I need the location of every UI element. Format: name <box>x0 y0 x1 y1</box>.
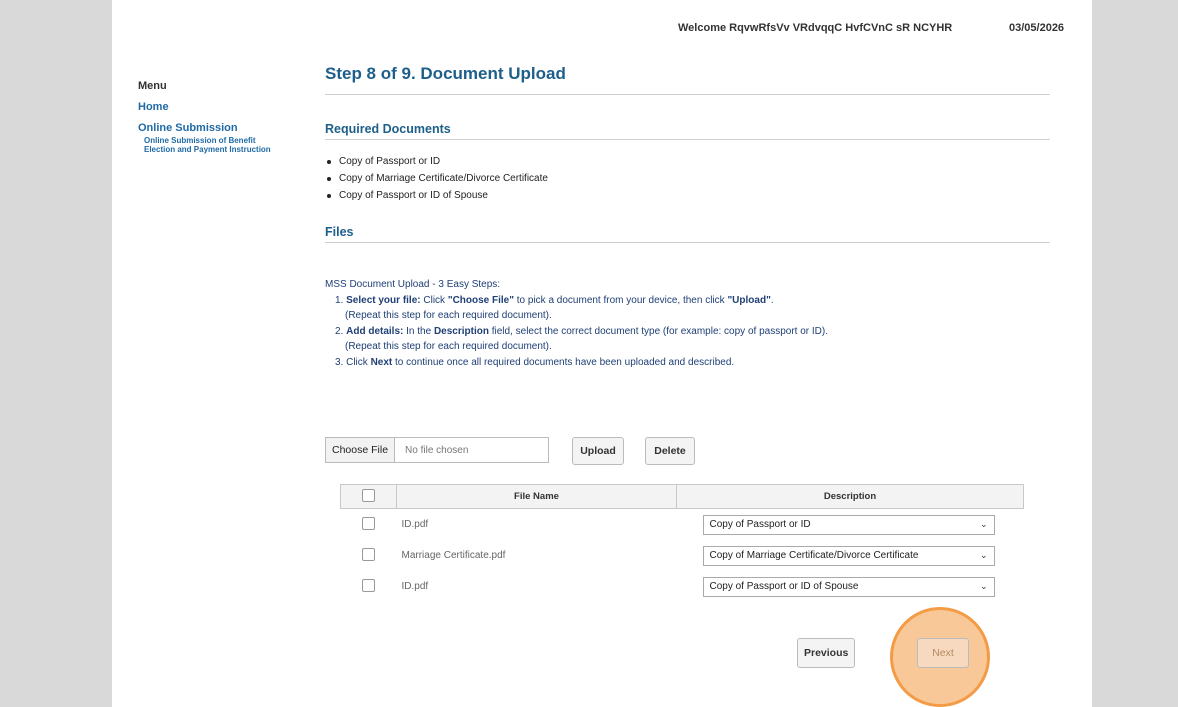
file-name-cell: ID.pdf <box>401 581 429 592</box>
menu-subitem-line2: Election and Payment Instruction <box>144 145 271 154</box>
files-table: File Name Description ID.pdf Copy of Pas… <box>340 484 1024 602</box>
required-documents-list: Copy of Passport or ID Copy of Marriage … <box>325 153 1050 204</box>
description-header: Description <box>676 484 1024 509</box>
description-select-value: Copy of Passport or ID of Spouse <box>709 581 859 592</box>
chevron-down-icon: ⌄ <box>979 519 988 529</box>
sidebar-menu: Menu Home Online Submission Online Submi… <box>138 80 318 154</box>
instruction-step-3: 3. Click Next to continue once all requi… <box>335 356 735 368</box>
upload-instructions: MSS Document Upload - 3 Easy Steps: 1. S… <box>325 277 1050 370</box>
required-documents-heading: Required Documents <box>325 122 451 136</box>
menu-subitem-line1: Online Submission of Benefit <box>144 136 256 145</box>
table-header-row: File Name Description <box>340 484 1024 509</box>
chevron-down-icon: ⌄ <box>979 550 988 560</box>
top-bar: Welcome RqvwRfsVv VRdvqqC HvfCVnC sR NCY… <box>112 0 1092 50</box>
next-button[interactable]: Next <box>917 638 969 668</box>
upload-button[interactable]: Upload <box>572 437 624 465</box>
instruction-step-1: 1. Select your file: Click "Choose File"… <box>335 294 774 306</box>
description-select[interactable]: Copy of Passport or ID ⌄ <box>702 514 995 535</box>
required-doc-item: Copy of Passport or ID <box>327 153 1050 170</box>
description-select-value: Copy of Passport or ID <box>709 519 811 530</box>
menu-subitem-benefit-election[interactable]: Online Submission of Benefit Election an… <box>144 136 318 154</box>
page-title: Step 8 of 9. Document Upload <box>325 64 566 83</box>
previous-button[interactable]: Previous <box>797 638 855 668</box>
file-name-cell: Marriage Certificate.pdf <box>401 550 506 561</box>
main-content: Step 8 of 9. Document Upload Required Do… <box>325 60 1050 707</box>
required-doc-item: Copy of Passport or ID of Spouse <box>327 187 1050 204</box>
instructions-intro: MSS Document Upload - 3 Easy Steps: <box>325 279 501 290</box>
file-name-cell: ID.pdf <box>401 519 429 530</box>
file-status: No file chosen <box>405 444 469 456</box>
file-input[interactable]: Choose File No file chosen <box>325 437 549 463</box>
row-checkbox[interactable] <box>362 578 375 592</box>
upload-controls: Choose File No file chosen Upload Delete <box>325 437 1050 465</box>
menu-item-home[interactable]: Home <box>138 101 318 113</box>
select-all-header <box>340 484 397 509</box>
welcome-text: Welcome RqvwRfsVv VRdvqqC HvfCVnC sR NCY… <box>678 22 953 34</box>
files-divider <box>325 242 1050 243</box>
description-select[interactable]: Copy of Marriage Certificate/Divorce Cer… <box>702 545 995 566</box>
table-row: ID.pdf Copy of Passport or ID ⌄ <box>341 509 1024 541</box>
page: Welcome RqvwRfsVv VRdvqqC HvfCVnC sR NCY… <box>112 0 1092 707</box>
instruction-step-2-repeat: (Repeat this step for each required docu… <box>345 341 552 352</box>
required-doc-item: Copy of Marriage Certificate/Divorce Cer… <box>327 170 1050 187</box>
description-select[interactable]: Copy of Passport or ID of Spouse ⌄ <box>702 576 995 597</box>
choose-file-button[interactable]: Choose File <box>326 438 396 462</box>
row-checkbox[interactable] <box>362 516 375 530</box>
title-divider <box>325 94 1050 95</box>
instruction-step-1-repeat: (Repeat this step for each required docu… <box>345 310 552 321</box>
current-date: 03/05/2026 <box>1009 22 1065 34</box>
description-select-value: Copy of Marriage Certificate/Divorce Cer… <box>709 550 919 561</box>
delete-button[interactable]: Delete <box>645 437 695 465</box>
menu-item-online-submission[interactable]: Online Submission <box>138 122 318 134</box>
table-row: ID.pdf Copy of Passport or ID of Spouse ⌄ <box>341 571 1024 602</box>
file-name-header: File Name <box>396 484 677 509</box>
chevron-down-icon: ⌄ <box>979 581 988 591</box>
select-all-checkbox[interactable] <box>362 488 375 502</box>
menu-title: Menu <box>138 80 167 92</box>
instruction-step-2: 2. Add details: In the Description field… <box>335 325 828 337</box>
required-divider <box>325 139 1050 140</box>
table-row: Marriage Certificate.pdf Copy of Marriag… <box>341 540 1024 571</box>
row-checkbox[interactable] <box>362 547 375 561</box>
files-heading: Files <box>325 225 354 239</box>
